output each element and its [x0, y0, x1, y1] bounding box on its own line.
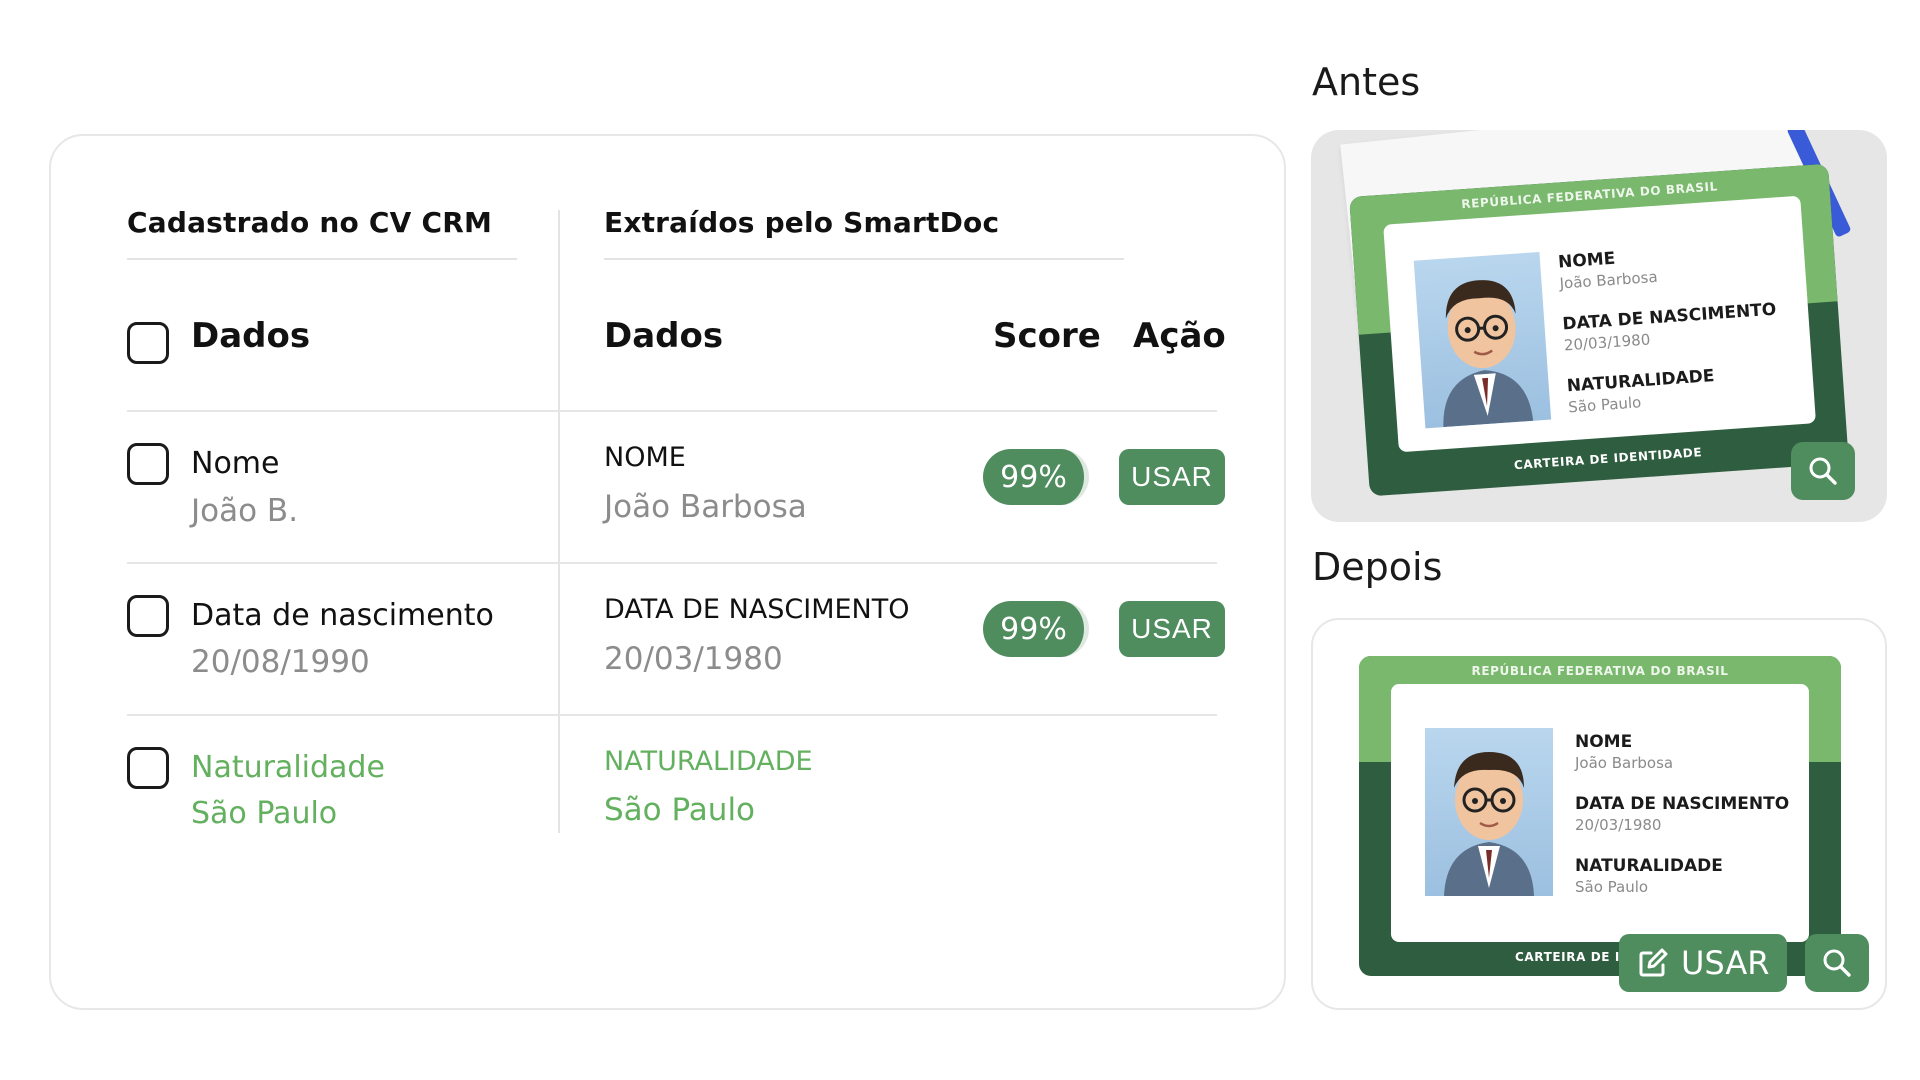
doc-field-label: NATURALIDADE — [604, 746, 813, 777]
id-dob-value: 20/03/1980 — [1575, 816, 1662, 834]
nome-checkbox[interactable] — [127, 443, 169, 485]
id-name-label: NOME — [1575, 732, 1633, 752]
id-dob-label: DATA DE NASCIMENTO — [1575, 794, 1790, 814]
id-birthplace-value: São Paulo — [1575, 878, 1649, 896]
portrait-photo — [1413, 251, 1552, 429]
portrait-photo — [1425, 728, 1553, 896]
doc-field-value: João Barbosa — [604, 489, 807, 525]
apply-use-button[interactable]: USAR — [1619, 934, 1788, 992]
smartdoc-title-rule — [604, 258, 1124, 260]
after-card: REPÚBLICA FEDERATIVA DO BRASIL NOME João — [1311, 618, 1887, 1010]
row-divider — [127, 562, 1217, 564]
select-all-checkbox[interactable] — [127, 322, 169, 364]
data-nascimento-checkbox[interactable] — [127, 595, 169, 637]
id-birthplace-value: São Paulo — [1567, 393, 1642, 417]
crm-section-title: Cadastrado no CV CRM — [127, 206, 493, 239]
after-title: Depois — [1312, 545, 1443, 589]
avatar-illustration — [1443, 280, 1534, 428]
row-divider — [127, 410, 1217, 412]
id-dob-label: DATA DE NASCIMENTO — [1561, 299, 1777, 335]
doc-field-value: São Paulo — [604, 792, 756, 828]
id-card-tilted: REPÚBLICA FEDERATIVA DO BRASIL NOME João — [1349, 163, 1849, 497]
before-card: REPÚBLICA FEDERATIVA DO BRASIL NOME João — [1311, 130, 1887, 522]
search-icon — [1823, 949, 1851, 977]
comparison-card: Cadastrado no CV CRM Extraídos pelo Smar… — [49, 134, 1286, 1010]
crm-field-value: São Paulo — [191, 796, 338, 831]
id-card-header: REPÚBLICA FEDERATIVA DO BRASIL — [1471, 664, 1729, 678]
score-badge: 99% — [983, 601, 1089, 657]
doc-field-label: NOME — [604, 442, 686, 473]
score-column-header: Score — [993, 316, 1101, 356]
avatar-illustration — [1444, 752, 1534, 896]
id-name-label: NOME — [1557, 248, 1616, 273]
crm-field-value: João B. — [191, 493, 299, 529]
crm-field-label: Naturalidade — [191, 750, 385, 785]
crm-field-value: 20/08/1990 — [191, 644, 370, 680]
crm-title-rule — [127, 258, 517, 260]
crm-field-label: Nome — [191, 446, 280, 481]
id-card-body: NOME João Barbosa DATA DE NASCIMENTO 20/… — [1391, 684, 1809, 942]
crm-field-label: Data de nascimento — [191, 598, 494, 633]
zoom-search-button[interactable] — [1791, 442, 1855, 500]
doc-field-label: DATA DE NASCIMENTO — [604, 594, 910, 625]
apply-use-label: USAR — [1681, 944, 1770, 982]
dados-column-header: Dados — [604, 316, 724, 356]
column-divider — [558, 210, 560, 833]
before-title: Antes — [1312, 60, 1421, 104]
naturalidade-checkbox[interactable] — [127, 747, 169, 789]
smartdoc-section-title: Extraídos pelo SmartDoc — [604, 206, 1000, 239]
id-name-value: João Barbosa — [1575, 754, 1674, 772]
id-birthplace-label: NATURALIDADE — [1575, 856, 1723, 876]
score-badge: 99% — [983, 449, 1089, 505]
id-dob-value: 20/03/1980 — [1563, 330, 1651, 355]
zoom-search-button[interactable] — [1805, 934, 1869, 992]
use-nome-button[interactable]: USAR — [1119, 449, 1225, 505]
use-data-nascimento-button[interactable]: USAR — [1119, 601, 1225, 657]
id-card-aligned: REPÚBLICA FEDERATIVA DO BRASIL NOME João — [1359, 656, 1841, 976]
acao-column-header: Ação — [1133, 316, 1226, 356]
edit-icon — [1639, 948, 1668, 977]
id-card-body: NOME João Barbosa DATA DE NASCIMENTO 20/… — [1383, 195, 1817, 453]
search-icon — [1809, 457, 1837, 485]
crm-column-header: Dados — [191, 316, 311, 356]
row-divider — [127, 714, 1217, 716]
id-birthplace-label: NATURALIDADE — [1566, 366, 1716, 397]
doc-field-value: 20/03/1980 — [604, 641, 783, 677]
